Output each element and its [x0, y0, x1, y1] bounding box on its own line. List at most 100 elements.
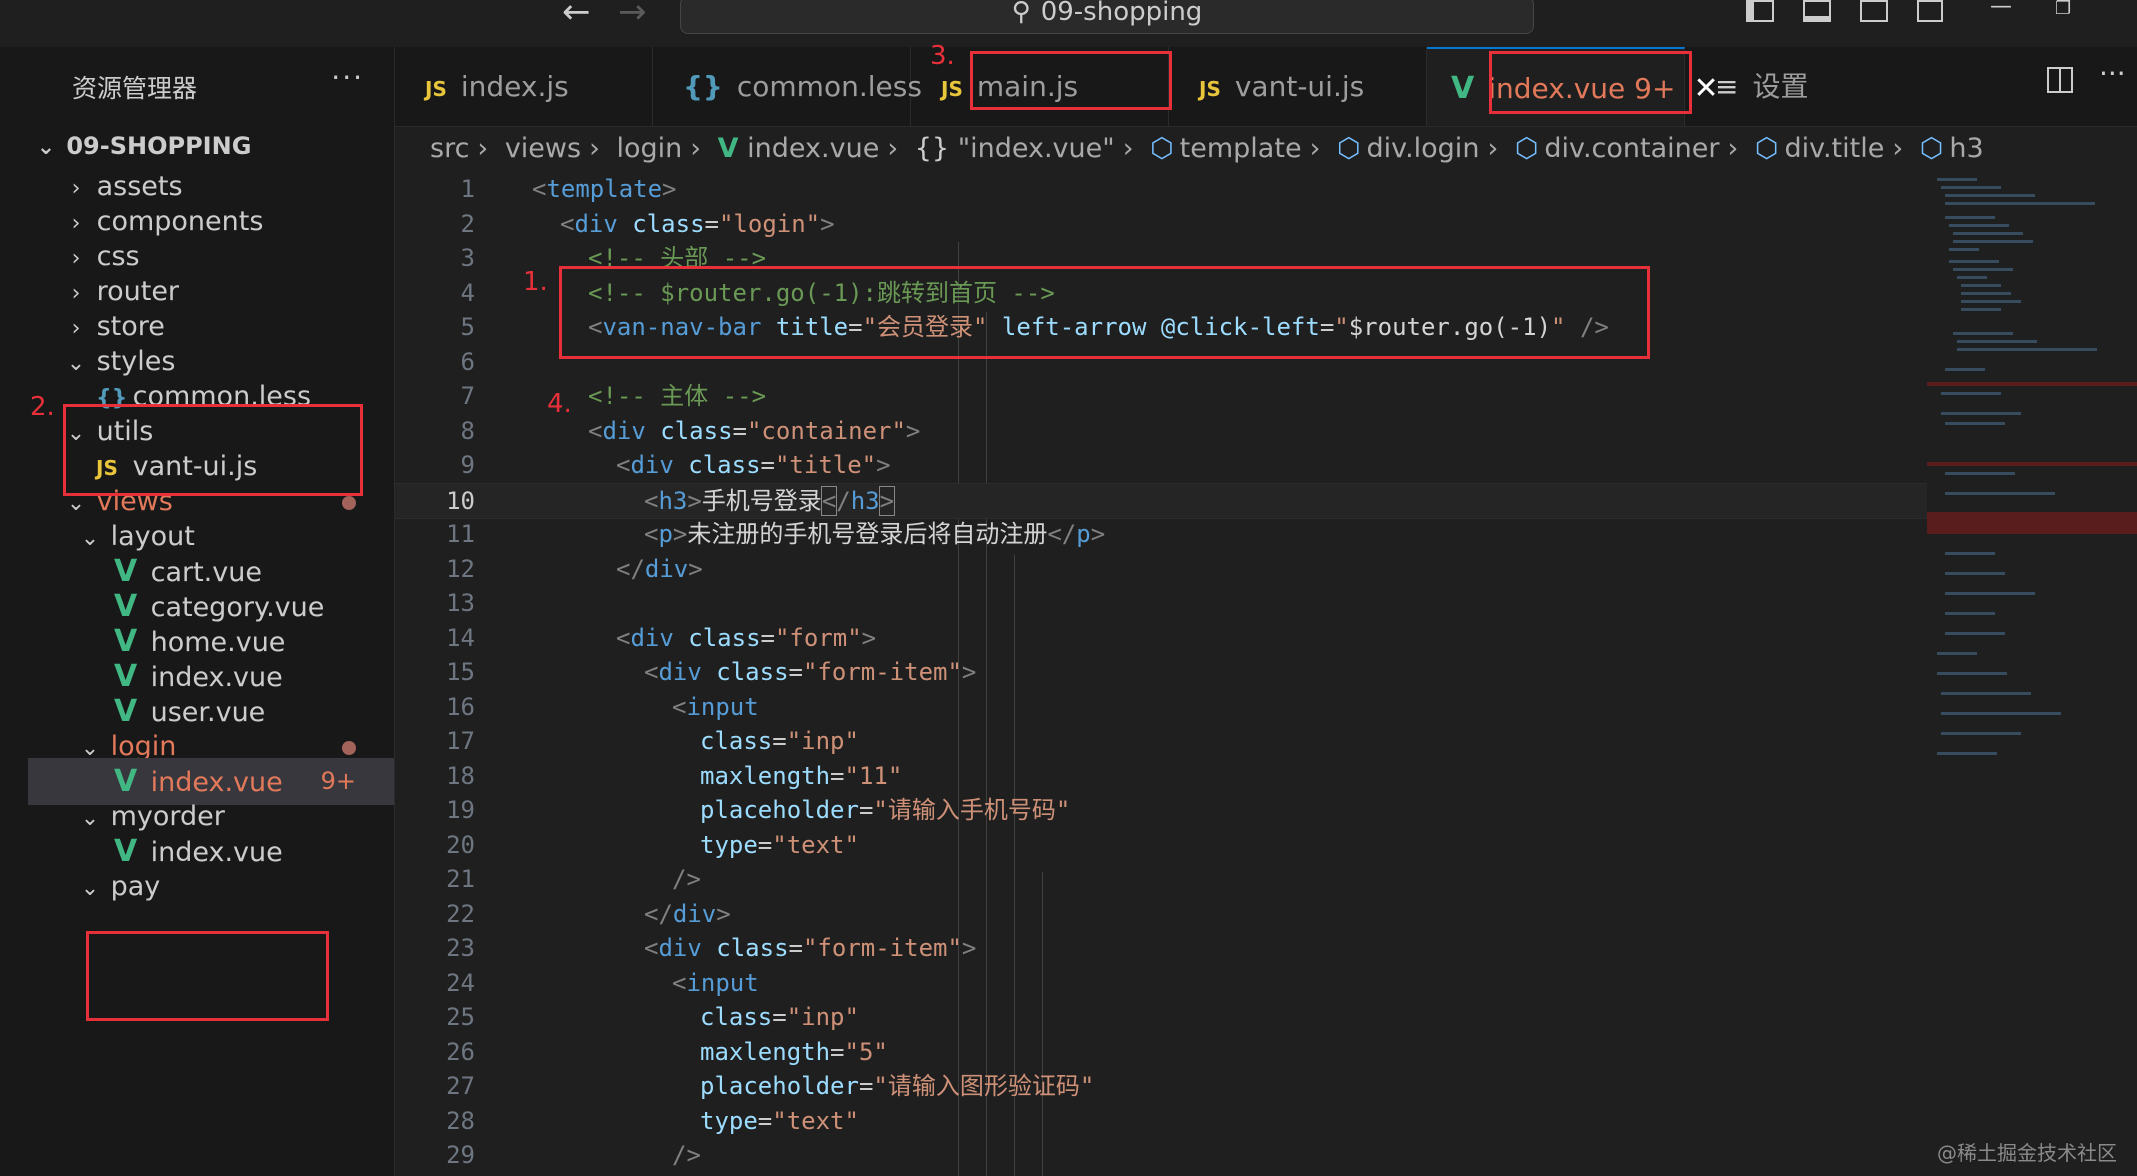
line-number: 27 — [446, 1072, 475, 1100]
code-line: 17 class="inp" — [395, 724, 1927, 759]
line-number: 3 — [460, 244, 475, 272]
minimap-line — [1941, 692, 2031, 695]
annotation-label-2: 2. — [30, 392, 55, 422]
annotation-label-4: 4. — [547, 389, 572, 419]
minimap-line — [1949, 224, 2009, 227]
toggle-panel-icon[interactable] — [1803, 0, 1831, 22]
tab-settings[interactable]: ≡ 设置 — [1685, 47, 1915, 126]
code-token: div — [644, 554, 689, 583]
line-number: 14 — [446, 623, 475, 652]
breadcrumb-item[interactable]: div.container — [1544, 133, 1719, 164]
more-actions-icon[interactable]: ··· — [331, 61, 364, 94]
minimap-line — [1945, 472, 2015, 475]
line-number: 23 — [446, 934, 475, 962]
code-token: div — [658, 658, 702, 686]
annotation-box-2 — [63, 404, 363, 496]
minimap-line — [1941, 732, 2021, 735]
code-line: 28 type="text" — [395, 1104, 1927, 1139]
code-token: placeholder — [700, 1072, 859, 1100]
tree-folder-pay[interactable]: ⌄ pay — [28, 863, 394, 910]
minimap-line — [1957, 340, 2037, 343]
line-number: 9 — [460, 451, 475, 479]
tree-label: pay — [110, 871, 161, 902]
code-line: 24 <input — [395, 966, 1927, 1001]
line-number: 6 — [460, 347, 475, 376]
line-number: 18 — [446, 761, 475, 790]
breadcrumb-item[interactable]: div.login — [1367, 133, 1480, 164]
code-token: class — [716, 934, 789, 962]
chevron-down-icon: ⌄ — [80, 876, 100, 901]
arrow-right-icon[interactable]: → — [618, 0, 647, 29]
toggle-secondary-sidebar-icon[interactable] — [1860, 0, 1888, 22]
minimap-line — [1937, 672, 2007, 675]
code-token: class — [688, 451, 761, 479]
breadcrumb-item[interactable]: src — [430, 133, 469, 164]
minimap[interactable] — [1927, 172, 2137, 1176]
code-line: 13 — [395, 586, 1927, 621]
breadcrumb-item[interactable]: div.title — [1784, 133, 1884, 164]
element-cube-icon: ⬡ — [1336, 133, 1361, 164]
minimap-line — [1941, 392, 2001, 395]
minimap-line — [1945, 368, 1985, 371]
annotation-label-1: 1. — [523, 267, 548, 297]
minimap-line — [1953, 332, 2013, 335]
minimap-line — [1941, 412, 2021, 415]
code-token: h3 — [658, 486, 688, 515]
breadcrumb-item[interactable]: template — [1180, 133, 1302, 164]
line-number: 25 — [446, 1003, 475, 1031]
code-token: maxlength — [700, 1037, 831, 1066]
minimap-error-marker — [1927, 512, 2137, 534]
element-cube-icon: ⬡ — [1919, 133, 1944, 164]
minimap-line — [1941, 186, 2001, 189]
code-line: 23 <div class="form-item"> — [395, 931, 1927, 966]
line-number: 8 — [460, 416, 475, 445]
tab-common-less[interactable]: {} common.less — [653, 47, 922, 126]
breadcrumb-item[interactable]: index.vue — [747, 133, 879, 164]
breadcrumb-item[interactable]: h3 — [1949, 133, 1983, 164]
less-file-icon: {} — [683, 70, 723, 103]
tab-vant-ui-js[interactable]: JS vant-ui.js — [1169, 47, 1427, 126]
split-editor-icon[interactable] — [2047, 67, 2073, 93]
code-line: 27 placeholder="请输入图形验证码" — [395, 1069, 1927, 1104]
code-line: 12 </div> — [395, 552, 1927, 587]
code-token: 未注册的手机号登录后将自动注册 — [687, 520, 1048, 548]
breadcrumb-item[interactable]: views — [505, 133, 581, 164]
code-token: input — [686, 968, 759, 997]
minimap-line — [1937, 752, 1997, 755]
breadcrumb-item[interactable]: "index.vue" — [958, 133, 1115, 164]
code-token: h3 — [850, 486, 880, 515]
line-number: 28 — [446, 1106, 475, 1135]
line-number: 17 — [446, 727, 475, 755]
code-token: div — [672, 899, 717, 928]
line-number: 26 — [446, 1037, 475, 1066]
code-line: 25 class="inp" — [395, 1000, 1927, 1035]
customize-layout-icon[interactable] — [1917, 0, 1943, 22]
tab-index-js[interactable]: JS index.js — [395, 47, 653, 126]
minimap-line — [1945, 202, 2095, 205]
restore-icon[interactable]: ❐ — [2055, 0, 2071, 19]
settings-list-icon: ≡ — [1715, 70, 1739, 103]
more-actions-icon[interactable]: ··· — [2099, 57, 2126, 90]
command-center-search[interactable]: ⚲ 09-shopping — [680, 0, 1534, 34]
breadcrumb-item[interactable]: login — [616, 133, 682, 164]
minimap-line — [1945, 592, 2035, 595]
minimap-line — [1945, 632, 2005, 635]
minimap-line — [1945, 612, 1995, 615]
code-token: class — [688, 623, 761, 652]
code-token: class — [632, 209, 705, 238]
code-token: p — [1076, 520, 1091, 548]
minimize-icon[interactable]: — — [1990, 0, 2012, 19]
code-line: 19 placeholder="请输入手机号码" — [395, 793, 1927, 828]
root-folder-label: 09-SHOPPING — [66, 132, 252, 160]
code-line: 1 <template> — [395, 172, 1927, 207]
element-cube-icon: ⬡ — [1150, 133, 1174, 164]
breadcrumb: src › views › login › V index.vue › {} "inde… — [430, 133, 1984, 164]
code-token: div — [658, 934, 702, 962]
annotation-box-login — [86, 931, 329, 1021]
toggle-sidebar-icon[interactable] — [1746, 0, 1774, 22]
explorer-title: 资源管理器 — [72, 74, 198, 103]
line-number: 29 — [446, 1141, 475, 1169]
line-number: 4 — [460, 278, 475, 307]
element-cube-icon: ⬡ — [1514, 133, 1539, 164]
arrow-left-icon[interactable]: ← — [562, 0, 591, 29]
